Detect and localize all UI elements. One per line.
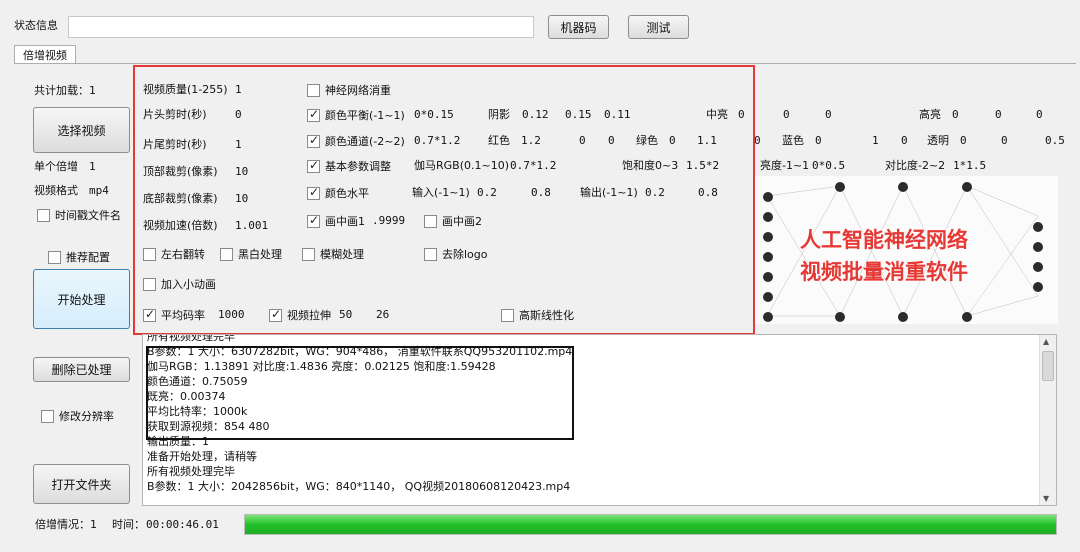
highlight-input-2[interactable]: 0 [995,108,1002,121]
tab-label: 倍增视频 [23,49,67,62]
contrast-label: 对比度-2~2 [885,159,946,172]
node-dot [898,312,908,322]
machine-code-button[interactable]: 机器码 [548,15,609,39]
scroll-thumb[interactable] [1042,351,1054,381]
start-process-button[interactable]: 开始处理 [33,269,130,329]
node-dot [835,312,845,322]
blue-input-3[interactable]: 0 [901,134,908,147]
delete-processed-button[interactable]: 删除已处理 [33,357,130,382]
checkbox-box [41,409,54,423]
highlight-label: 高亮 [919,108,941,121]
time-label: 时间： [112,518,145,531]
checkbox-box [37,208,50,222]
node-dot [962,182,972,192]
node-dot [1033,262,1043,272]
alpha-label: 透明 [927,134,949,147]
scroll-up-icon[interactable]: ▲ [1043,337,1049,346]
node-dot [1033,282,1043,292]
node-dot [1033,222,1043,232]
blue-input-2[interactable]: 1 [872,134,879,147]
midtone-input-2[interactable]: 0 [783,108,790,121]
node-dot [763,252,773,262]
status-label: 状态信息 [14,19,58,32]
log-scrollbar[interactable]: ▲ ▼ [1039,335,1056,505]
node-dot [763,272,773,282]
timestamp-filename-checkbox[interactable]: 时间戳文件名 [37,207,121,223]
brightness-label: 亮度-1~1 [760,159,810,172]
node-dot [1033,242,1043,252]
checkbox-label: 推荐配置 [66,251,110,264]
scroll-down-icon[interactable]: ▼ [1043,494,1049,503]
log-line: B参数：1 大小：2042856bit，WG：840*1140， QQ视频201… [147,480,571,493]
progress-bar [244,514,1057,535]
alpha-input-1[interactable]: 0 [960,134,967,147]
multiply-status: 倍增情况：1 [35,518,97,531]
node-dot [835,182,845,192]
node-dot [763,292,773,302]
video-format-label: 视频格式 [34,184,78,197]
node-dot [763,192,773,202]
progress-fill [245,515,1056,534]
open-folder-button[interactable]: 打开文件夹 [33,464,130,504]
overlay-title-line1: 人工智能神经网络 [800,228,968,252]
select-video-button[interactable]: 选择视频 [33,107,130,153]
overlay-title-line2: 视频批量消重软件 [800,260,968,284]
node-dot [763,212,773,222]
checkbox-box [48,250,61,264]
highlight-input-1[interactable]: 0 [952,108,959,121]
single-multiply-input[interactable]: 1 [84,157,132,177]
alpha-input-3[interactable]: 0.5 [1045,134,1065,147]
log-highlight-box [146,346,574,440]
status-field[interactable] [68,16,534,38]
node-dot [763,232,773,242]
total-load-label: 共计加载：1 [34,84,96,97]
contrast-input[interactable]: 1*1.5 [953,159,986,172]
blue-label: 蓝色 [782,134,804,147]
time-value: 00:00:46.01 [146,518,219,531]
blue-input-1[interactable]: 0 [815,134,822,147]
parameters-highlight-box [133,65,755,335]
node-dot [962,312,972,322]
change-resolution-checkbox[interactable]: 修改分辨率 [41,408,114,424]
node-dot [898,182,908,192]
checkbox-label: 修改分辨率 [59,410,114,423]
midtone-input-3[interactable]: 0 [825,108,832,121]
highlight-input-3[interactable]: 0 [1036,108,1043,121]
tab-multiply-video[interactable]: 倍增视频 [14,45,76,64]
single-multiply-label: 单个倍增 [34,160,78,173]
log-line: 所有视频处理完毕 [147,465,235,478]
node-dot [763,312,773,322]
alpha-input-2[interactable]: 0 [1001,134,1008,147]
video-format-input[interactable]: mp4 [84,181,132,201]
log-line: 准备开始处理，请稍等 [147,450,257,463]
recommended-config-checkbox[interactable]: 推荐配置 [48,249,110,265]
brightness-input[interactable]: 0*0.5 [812,159,845,172]
test-button[interactable]: 测试 [628,15,689,39]
log-line: 所有视频处理完毕 [147,334,235,343]
checkbox-label: 时间戳文件名 [55,209,121,222]
